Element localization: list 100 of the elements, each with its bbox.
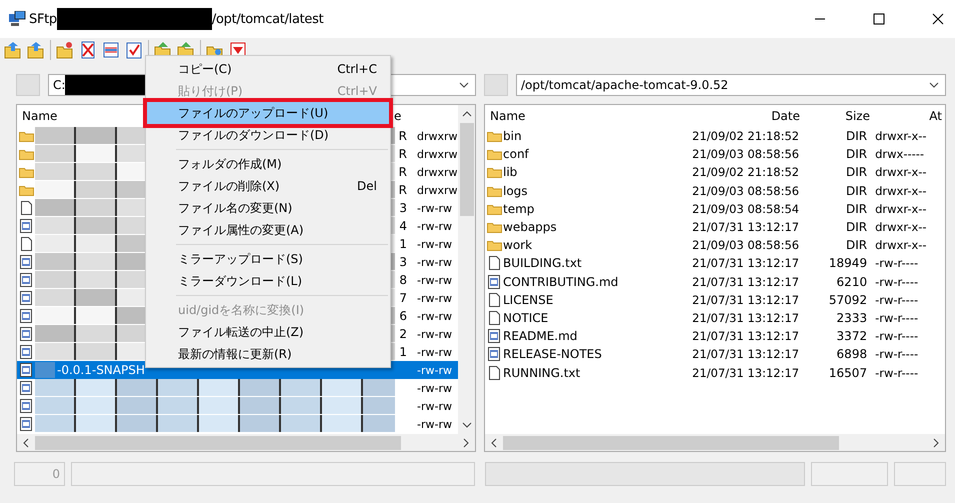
file-row[interactable]: webapps 21/07/31 13:12:17 DIR drwxr-x--	[485, 218, 945, 236]
column-header[interactable]: Size	[800, 109, 870, 123]
delete-file-icon[interactable]	[79, 41, 97, 59]
close-icon[interactable]	[932, 13, 944, 25]
file-name: LICENSE	[503, 292, 554, 307]
file-name: RELEASE-NOTES	[503, 347, 603, 362]
file-row[interactable]: CONTRIBUTING.md 21/07/31 13:12:17 6210 -rw-r----	[485, 272, 945, 291]
file-attributes[interactable]: -rw-rw	[407, 274, 452, 286]
file-row[interactable]: README.md 21/07/31 13:12:17 3372 -rw-r----	[485, 327, 945, 346]
file-attributes[interactable]: -rw-rw	[407, 346, 452, 358]
file-attributes[interactable]: drwxrw	[407, 166, 458, 178]
folder-arrow-icon[interactable]	[4, 41, 22, 59]
file-size: 6898	[836, 347, 868, 362]
file-name: lib	[503, 165, 518, 180]
file-attributes[interactable]: -rw-rw	[407, 256, 452, 268]
document-icon	[20, 309, 32, 323]
file-attributes[interactable]: -rw-rw	[407, 418, 452, 430]
file-size: 1	[399, 237, 407, 251]
file-row[interactable]: NOTICE 21/07/31 13:12:17 2333 -rw-r----	[485, 308, 945, 328]
column-header[interactable]: e	[394, 109, 404, 123]
vertical-scrollbar[interactable]	[458, 105, 475, 434]
scroll-thumb[interactable]	[35, 436, 401, 450]
file-attributes[interactable]: -rw-rw	[407, 382, 452, 394]
file-attributes[interactable]: -rw-rw	[407, 400, 452, 412]
new-folder-icon[interactable]	[56, 41, 74, 59]
file-size: DIR	[844, 129, 868, 144]
menu-item[interactable]: 最新の情報に更新(R)	[147, 343, 389, 365]
menu-item[interactable]: フォルダの作成(M)	[147, 153, 389, 175]
menu-item[interactable]: ファイル転送の中止(Z)	[147, 321, 389, 343]
folder-icon	[18, 184, 34, 196]
menu-item[interactable]: ファイル名の変更(N)	[147, 197, 389, 219]
menu-item[interactable]: ミラーアップロード(S)	[147, 248, 389, 270]
file-name: README.md	[503, 329, 578, 344]
file-row[interactable]: LICENSE 21/07/31 13:12:17 57092 -rw-r----	[485, 290, 945, 309]
menu-item[interactable]: ファイルのアップロード(U)	[147, 102, 389, 124]
checkbox-icon[interactable]	[125, 41, 143, 59]
file-name: CONTRIBUTING.md	[503, 274, 620, 289]
menu-item[interactable]: ファイル属性の変更(A)	[147, 219, 389, 241]
file-attributes[interactable]: drwxrw	[407, 184, 458, 196]
document-icon	[20, 417, 32, 431]
file-row[interactable]: BUILDING.txt 21/07/31 13:12:17 18949 -rw-r----	[485, 254, 945, 272]
scroll-thumb[interactable]	[503, 436, 839, 450]
scroll-left-icon[interactable]	[23, 438, 29, 448]
scroll-right-icon[interactable]	[933, 438, 939, 448]
file-size: R	[398, 147, 407, 161]
file-date: 21/07/31 13:12:17	[691, 366, 800, 380]
menu-item[interactable]: ファイルのダウンロード(D)	[147, 124, 389, 146]
transfer-icon[interactable]	[102, 41, 120, 59]
folder-arrow-icon[interactable]	[27, 41, 45, 59]
file-attributes[interactable]: drwxrw	[407, 130, 458, 142]
file-icon	[488, 366, 500, 380]
file-row[interactable]: bin 21/09/02 21:18:52 DIR drwxr-x--	[485, 127, 945, 146]
file-row[interactable]: RELEASE-NOTES 21/07/31 13:12:17 6898 -rw-r----	[485, 345, 945, 364]
file-attributes[interactable]: -rw-rw	[407, 310, 452, 322]
file-date: 21/07/31 13:12:17	[691, 274, 800, 289]
file-attributes[interactable]: drwxrw	[407, 148, 458, 160]
file-attributes: drwxr-x--	[874, 238, 928, 252]
file-date: 21/09/03 08:58:56	[691, 147, 800, 162]
document-icon	[20, 399, 32, 413]
file-attributes[interactable]: -rw-rw	[407, 202, 452, 214]
column-header[interactable]: Name	[485, 109, 680, 123]
horizontal-scrollbar[interactable]	[485, 434, 945, 451]
file-row[interactable]: lib 21/09/02 21:18:52 DIR drwxr-x--	[485, 163, 945, 182]
window-title-path: /opt/tomcat/latest	[212, 12, 324, 26]
file-name: NOTICE	[503, 310, 550, 325]
folder-icon	[486, 202, 502, 215]
horizontal-scrollbar[interactable]	[17, 434, 475, 451]
file-date: 21/07/31 13:12:17	[691, 329, 800, 344]
file-row[interactable]: RUNNING.txt 21/07/31 13:12:17 16507 -rw-r----	[485, 363, 945, 382]
file-attributes: -rw-r----	[874, 347, 920, 362]
column-header[interactable]: Date	[680, 109, 800, 123]
scroll-left-icon[interactable]	[491, 438, 497, 448]
file-row[interactable]: temp 21/09/03 08:58:54 DIR drwxr-x--	[485, 200, 945, 218]
column-header[interactable]: At	[870, 109, 942, 123]
scroll-right-icon[interactable]	[463, 438, 469, 448]
file-icon	[20, 201, 32, 215]
app-icon	[8, 11, 26, 27]
file-row[interactable]: work 21/09/03 08:58:56 DIR drwxr-x--	[485, 236, 945, 254]
maximize-icon[interactable]	[873, 13, 885, 25]
menu-item[interactable]: コピー(C) Ctrl+C	[147, 58, 389, 80]
file-size: DIR	[844, 238, 868, 252]
file-attributes[interactable]: -rw-rw	[407, 220, 452, 232]
document-icon	[20, 291, 32, 305]
file-attributes: drwxr-x--	[874, 202, 928, 216]
file-name: temp	[503, 202, 536, 216]
status-field	[894, 462, 946, 486]
file-attributes[interactable]: -rw-rw	[407, 292, 452, 304]
file-row[interactable]: conf 21/09/03 08:58:56 DIR drwx-----	[485, 145, 945, 164]
scroll-up-icon[interactable]	[462, 111, 472, 117]
file-row[interactable]: logs 21/09/03 08:58:56 DIR drwxr-x--	[485, 182, 945, 200]
path-field[interactable]: /opt/tomcat/apache-tomcat-9.0.52	[516, 74, 946, 96]
scroll-down-icon[interactable]	[462, 422, 472, 428]
menu-item[interactable]: ミラーダウンロード(L)	[147, 270, 389, 292]
file-icon	[20, 237, 32, 251]
file-attributes[interactable]: -rw-rw	[407, 238, 452, 250]
file-attributes[interactable]: -rw-rw	[407, 328, 452, 340]
menu-item[interactable]: ファイルの削除(X) Del	[147, 175, 389, 197]
file-date: 21/07/31 13:12:17	[691, 292, 800, 307]
file-attributes[interactable]: -rw-rw	[407, 364, 452, 376]
scroll-thumb[interactable]	[460, 123, 474, 216]
